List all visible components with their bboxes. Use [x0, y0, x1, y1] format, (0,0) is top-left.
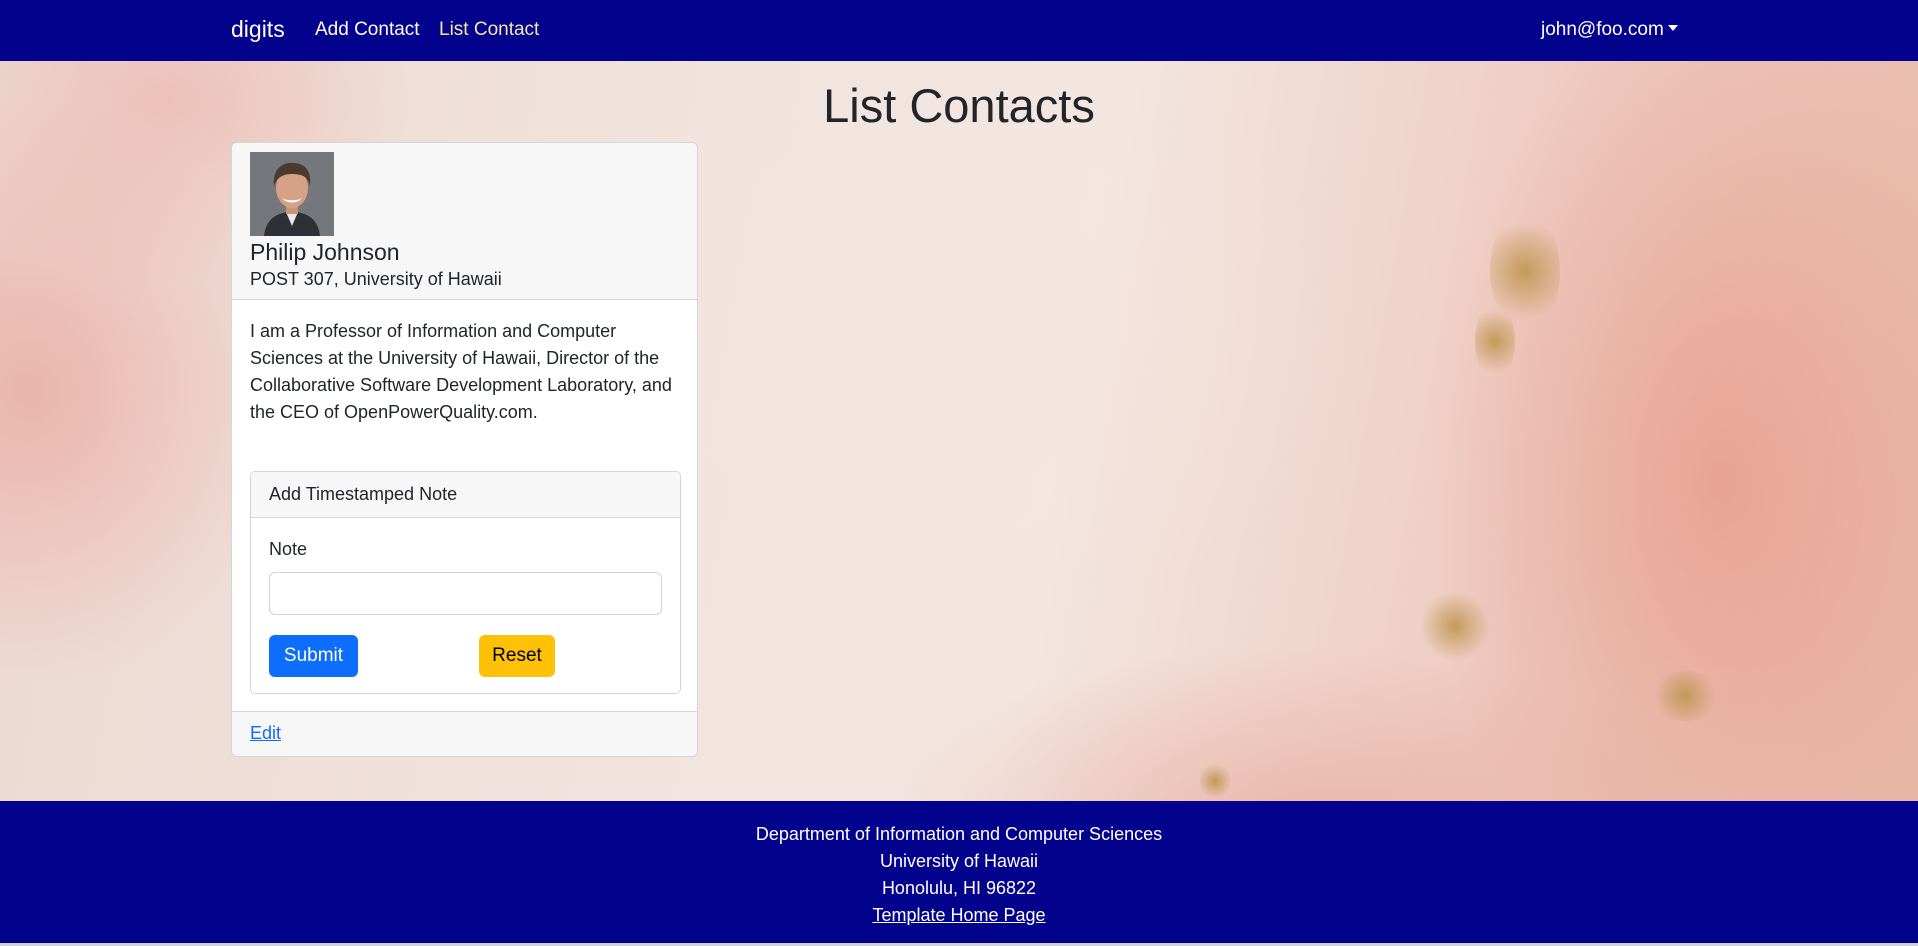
- contact-avatar: [250, 152, 334, 236]
- contact-description: I am a Professor of Information and Comp…: [250, 321, 672, 422]
- nav-add-contact[interactable]: Add Contact: [315, 19, 420, 41]
- gold-fleck-decoration: [1650, 671, 1720, 721]
- note-label: Note: [269, 539, 308, 559]
- reset-button[interactable]: Reset: [479, 635, 555, 677]
- caret-down-icon: [1667, 25, 1678, 31]
- contact-address: POST 307, University of Hawaii: [250, 269, 502, 289]
- gold-fleck-decoration: [1420, 591, 1490, 661]
- page-footer: Department of Information and Computer S…: [0, 801, 1918, 946]
- person-photo-icon: [250, 152, 334, 236]
- contact-card-footer: Edit: [232, 711, 697, 756]
- nav-list-contact[interactable]: List Contact: [439, 19, 539, 41]
- add-note-form: Add Timestamped Note Note Submit Reset: [250, 471, 681, 694]
- contact-name: Philip Johnson: [250, 239, 400, 265]
- contact-card: Philip Johnson POST 307, University of H…: [231, 142, 698, 757]
- footer-department: Department of Information and Computer S…: [755, 824, 1163, 844]
- top-navbar: digits Add Contact List Contact john@foo…: [0, 0, 1918, 61]
- footer-city: Honolulu, HI 96822: [881, 878, 1037, 898]
- footer-university: University of Hawaii: [879, 851, 1039, 871]
- contact-card-header: Philip Johnson POST 307, University of H…: [232, 143, 697, 300]
- gold-fleck-decoration: [1475, 301, 1515, 381]
- brand-link[interactable]: digits: [231, 16, 285, 43]
- user-email: john@foo.com: [1541, 19, 1664, 40]
- edit-link[interactable]: Edit: [250, 723, 281, 744]
- user-dropdown[interactable]: john@foo.com: [1541, 19, 1678, 41]
- note-form-header: Add Timestamped Note: [251, 472, 680, 518]
- submit-button[interactable]: Submit: [269, 635, 358, 677]
- note-input[interactable]: [269, 572, 662, 615]
- template-home-link[interactable]: Template Home Page: [872, 905, 1045, 925]
- gold-fleck-decoration: [1200, 761, 1230, 801]
- page-title: List Contacts: [823, 79, 1095, 132]
